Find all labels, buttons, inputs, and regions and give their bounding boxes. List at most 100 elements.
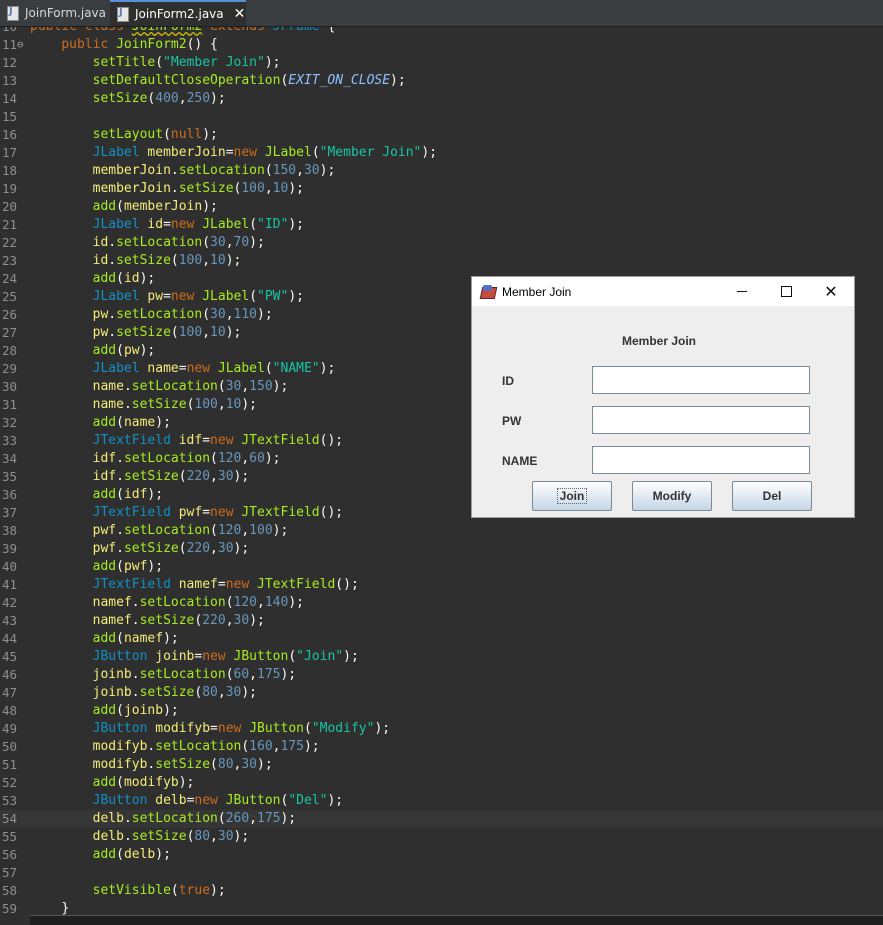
code-text: JButton delb=new JButton("Del");: [92, 793, 344, 808]
tab-joinform[interactable]: JoinForm.java: [0, 0, 106, 26]
code-line: 49 JButton modifyb=new JButton("Modify")…: [0, 720, 883, 738]
code-text: pwf.setSize(220,30);: [92, 541, 250, 556]
window-content: Member Join ID PW NAME Join Modify Del: [472, 306, 854, 517]
line-number: 15: [2, 109, 18, 124]
line-number: 43: [2, 613, 18, 628]
line-number: 42: [2, 595, 18, 610]
code-line: 18 memberJoin.setLocation(150,30);: [0, 162, 883, 180]
code-line: 59 }: [0, 900, 883, 915]
code-line: 44 add(namef);: [0, 630, 883, 648]
code-text: joinb.setLocation(60,175);: [92, 667, 297, 682]
minimize-button[interactable]: [720, 277, 764, 306]
join-button-label: Join: [556, 488, 588, 504]
code-text: JLabel memberJoin=new JLabel("Member Joi…: [92, 145, 438, 160]
line-number: 58: [2, 883, 18, 898]
line-number: 48: [2, 703, 18, 718]
code-text: pwf.setLocation(120,100);: [92, 523, 289, 538]
java-app-icon: [480, 284, 496, 300]
pw-field[interactable]: [592, 406, 810, 434]
line-number: 25: [2, 289, 18, 304]
code-line: 15: [0, 108, 883, 126]
code-text: memberJoin.setLocation(150,30);: [92, 163, 336, 178]
line-number: 38: [2, 523, 18, 538]
code-text: JButton modifyb=new JButton("Modify");: [92, 721, 391, 736]
code-text: add(memberJoin);: [92, 199, 218, 214]
line-number: 44: [2, 631, 18, 646]
code-text: public JoinForm2() {: [61, 37, 218, 52]
line-number: 56: [2, 847, 18, 862]
line-number: 30: [2, 379, 18, 394]
line-number: 22: [2, 235, 18, 250]
code-text: setLayout(null);: [92, 127, 218, 142]
modify-button[interactable]: Modify: [632, 481, 712, 511]
line-number: 13: [2, 73, 18, 88]
del-button[interactable]: Del: [732, 481, 812, 511]
line-number: 39: [2, 541, 18, 556]
line-number: 23: [2, 253, 18, 268]
code-text: pw.setSize(100,10);: [92, 325, 242, 340]
line-number: 16: [2, 127, 18, 142]
code-line: 20 add(memberJoin);: [0, 198, 883, 216]
line-number: 50: [2, 739, 18, 754]
join-button[interactable]: Join: [532, 481, 612, 511]
code-line: 57: [0, 864, 883, 882]
id-label: ID: [502, 374, 514, 388]
code-line: 47 joinb.setSize(80,30);: [0, 684, 883, 702]
java-file-icon: [116, 7, 130, 22]
line-number: 14: [2, 91, 18, 106]
line-number: 27: [2, 325, 18, 340]
fold-toggle-icon[interactable]: ⊖: [17, 36, 24, 54]
line-number: 10: [0, 27, 26, 36]
line-number: 28: [2, 343, 18, 358]
code-text: add(joinb);: [92, 703, 179, 718]
code-text: JButton joinb=new JButton("Join");: [92, 649, 359, 664]
name-field[interactable]: [592, 446, 810, 474]
code-text: public class JoinForm2 extends JFrame {: [30, 27, 335, 36]
code-text: add(name);: [92, 415, 171, 430]
tab-joinform2[interactable]: JoinForm2.java ✕: [110, 0, 246, 26]
maximize-button[interactable]: [764, 277, 808, 306]
close-button[interactable]: ✕: [809, 277, 853, 306]
line-number: 31: [2, 397, 18, 412]
horizontal-scrollbar[interactable]: [30, 915, 883, 925]
line-number: 32: [2, 415, 18, 430]
code-text: setSize(400,250);: [92, 91, 226, 106]
line-number: 53: [2, 793, 18, 808]
code-line: 19 memberJoin.setSize(100,10);: [0, 180, 883, 198]
code-line: 38 pwf.setLocation(120,100);: [0, 522, 883, 540]
code-line: 40 add(pwf);: [0, 558, 883, 576]
line-number: 29: [2, 361, 18, 376]
code-line: 17 JLabel memberJoin=new JLabel("Member …: [0, 144, 883, 162]
close-icon[interactable]: ✕: [234, 6, 246, 22]
code-line: 21 JLabel id=new JLabel("ID");: [0, 216, 883, 234]
code-line: 54 delb.setLocation(260,175);: [0, 810, 883, 828]
code-line: 55 delb.setSize(80,30);: [0, 828, 883, 846]
code-text: modifyb.setLocation(160,175);: [92, 739, 320, 754]
line-number: 34: [2, 451, 18, 466]
code-text: id.setLocation(30,70);: [92, 235, 265, 250]
code-text: JLabel name=new JLabel("NAME");: [92, 361, 336, 376]
line-number: 20: [2, 199, 18, 214]
heading-label: Member Join: [622, 334, 697, 348]
line-number: 35: [2, 469, 18, 484]
tab-label: JoinForm2.java: [135, 7, 224, 21]
code-line: 58 setVisible(true);: [0, 882, 883, 900]
line-number: 21: [2, 217, 18, 232]
line-number: 40: [2, 559, 18, 574]
code-text: add(id);: [92, 271, 156, 286]
code-text: add(modifyb);: [92, 775, 195, 790]
id-field[interactable]: [592, 366, 810, 394]
window-title-bar[interactable]: Member Join ✕: [472, 277, 854, 306]
member-join-window: Member Join ✕ Member Join ID PW NAME Joi…: [471, 276, 855, 518]
name-label: NAME: [502, 454, 538, 468]
code-line: 39 pwf.setSize(220,30);: [0, 540, 883, 558]
code-text: delb.setSize(80,30);: [92, 829, 250, 844]
line-number: 49: [2, 721, 18, 736]
code-line: 52 add(modifyb);: [0, 774, 883, 792]
line-number: 47: [2, 685, 18, 700]
line-number: 19: [2, 181, 18, 196]
code-text: pw.setLocation(30,110);: [92, 307, 273, 322]
code-text: idf.setSize(220,30);: [92, 469, 250, 484]
code-text: id.setSize(100,10);: [92, 253, 242, 268]
code-line: 46 joinb.setLocation(60,175);: [0, 666, 883, 684]
